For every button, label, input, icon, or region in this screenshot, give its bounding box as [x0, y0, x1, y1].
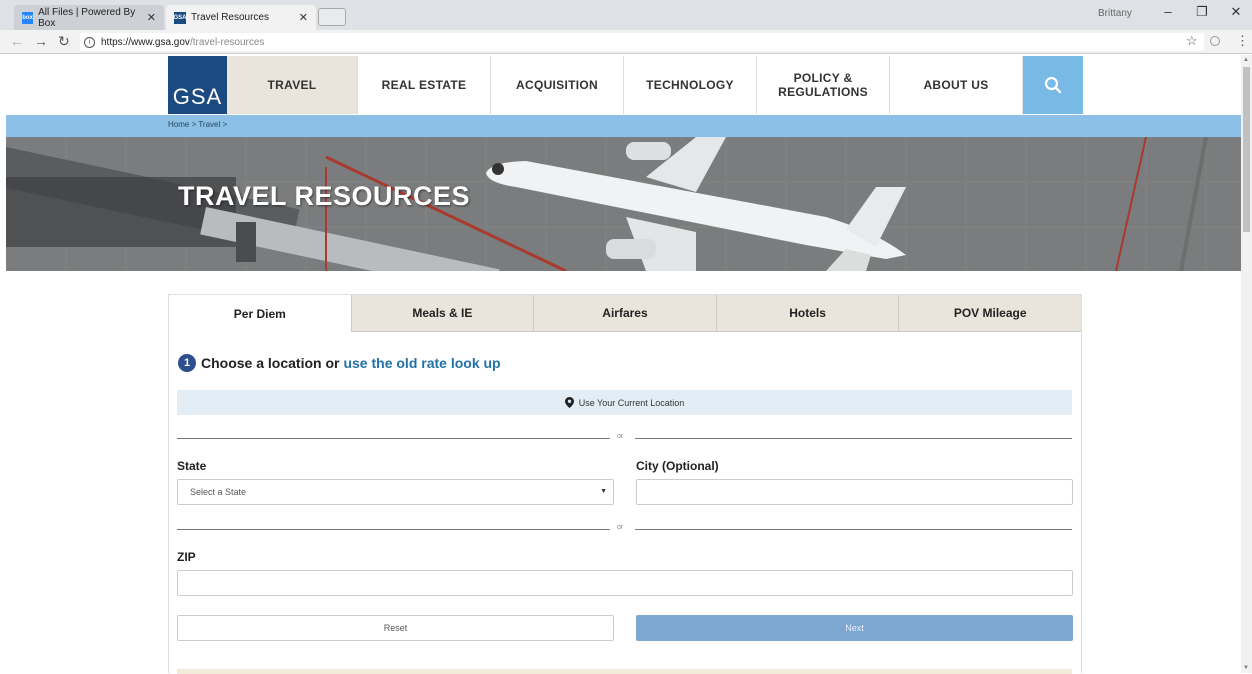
- city-input[interactable]: [636, 479, 1073, 505]
- maximize-icon[interactable]: ❐: [1192, 4, 1212, 20]
- tool-tabs: Per Diem Meals & IE Airfares Hotels POV …: [169, 295, 1081, 332]
- extension-icon[interactable]: [1210, 36, 1220, 46]
- location-button-label: Use Your Current Location: [578, 397, 685, 408]
- state-select[interactable]: Select a State ▼: [177, 479, 614, 505]
- results-strip: [177, 669, 1072, 674]
- city-label: City (Optional): [636, 459, 719, 473]
- gsa-logo[interactable]: GSA: [168, 56, 227, 114]
- profile-name[interactable]: Brittany: [1098, 8, 1132, 19]
- tab-per-diem[interactable]: Per Diem: [169, 295, 351, 332]
- tab-meals-ie[interactable]: Meals & IE: [350, 295, 534, 332]
- nav-about-us[interactable]: ABOUT US: [890, 56, 1023, 114]
- url-path: /travel-resources: [189, 36, 265, 48]
- reload-icon[interactable]: ↻: [58, 33, 70, 50]
- address-bar: ← → ↻ i https://www.gsa.gov/travel-resou…: [0, 30, 1252, 54]
- state-select-value: Select a State: [190, 487, 247, 497]
- menu-dots-icon[interactable]: ⋮: [1236, 33, 1249, 49]
- new-tab-button[interactable]: [318, 8, 346, 26]
- step-number-badge: 1: [178, 354, 196, 372]
- url-host: https://www.gsa.gov: [101, 36, 190, 48]
- old-rate-lookup-link[interactable]: use the old rate look up: [343, 355, 500, 371]
- or-text: or: [617, 433, 624, 440]
- nav-policy[interactable]: POLICY & REGULATIONS: [757, 56, 890, 114]
- bookmark-star-icon[interactable]: ☆: [1186, 33, 1198, 49]
- tab-title: Travel Resources: [191, 12, 269, 23]
- dropdown-caret-icon: ▼: [600, 488, 607, 495]
- state-label: State: [177, 459, 207, 473]
- page-scrollbar[interactable]: ▲ ▼: [1241, 55, 1252, 673]
- close-icon[interactable]: ✕: [299, 11, 308, 24]
- minimize-icon[interactable]: –: [1158, 4, 1178, 19]
- zip-input[interactable]: [177, 570, 1073, 596]
- travel-tool-panel: Per Diem Meals & IE Airfares Hotels POV …: [168, 294, 1082, 674]
- tab-hotels[interactable]: Hotels: [715, 295, 899, 332]
- nav-acquisition[interactable]: ACQUISITION: [491, 56, 624, 114]
- tab-airfares[interactable]: Airfares: [533, 295, 716, 332]
- next-button[interactable]: Next: [636, 615, 1073, 641]
- search-icon: [1044, 76, 1062, 94]
- reset-button[interactable]: Reset: [177, 615, 614, 641]
- info-icon[interactable]: i: [84, 36, 95, 48]
- tab-pov-mileage[interactable]: POV Mileage: [898, 295, 1081, 332]
- url-input[interactable]: i https://www.gsa.gov/travel-resources: [80, 33, 1204, 51]
- nav-travel[interactable]: TRAVEL: [227, 56, 358, 114]
- scroll-thumb[interactable]: [1243, 67, 1250, 232]
- scroll-up-icon[interactable]: ▲: [1243, 57, 1249, 63]
- zip-label: ZIP: [177, 550, 196, 564]
- step-heading: 1 Choose a location or use the old rate …: [178, 354, 501, 372]
- breadcrumb[interactable]: Home > Travel >: [168, 120, 227, 129]
- breadcrumb-bar: Home > Travel >: [6, 115, 1241, 137]
- browser-tabstrip: box All Files | Powered By Box ✕ GSA Tra…: [0, 0, 1252, 30]
- scroll-down-icon[interactable]: ▼: [1243, 665, 1249, 671]
- gsa-icon: GSA: [174, 11, 187, 24]
- site-header: GSA TRAVEL REAL ESTATE ACQUISITION TECHN…: [168, 56, 1083, 114]
- nav-real-estate[interactable]: REAL ESTATE: [358, 56, 491, 114]
- back-icon[interactable]: ←: [10, 33, 24, 49]
- use-current-location-button[interactable]: Use Your Current Location: [177, 390, 1072, 415]
- map-pin-icon: [564, 397, 574, 408]
- search-button[interactable]: [1023, 56, 1083, 114]
- nav-technology[interactable]: TECHNOLOGY: [624, 56, 757, 114]
- box-icon: box: [22, 11, 34, 24]
- tab-title: All Files | Powered By Box: [38, 6, 136, 29]
- close-icon[interactable]: ✕: [147, 11, 156, 24]
- or-divider: or: [177, 524, 1072, 534]
- or-divider: or: [177, 433, 1072, 443]
- window-close-icon[interactable]: ✕: [1226, 4, 1246, 20]
- browser-tab-box[interactable]: box All Files | Powered By Box ✕: [14, 5, 164, 30]
- browser-tab-travel[interactable]: GSA Travel Resources ✕: [166, 5, 316, 30]
- step-text: Choose a location or: [201, 355, 340, 371]
- hero-title: TRAVEL RESOURCES: [178, 181, 471, 211]
- or-text: or: [617, 524, 624, 531]
- forward-icon[interactable]: →: [34, 33, 48, 49]
